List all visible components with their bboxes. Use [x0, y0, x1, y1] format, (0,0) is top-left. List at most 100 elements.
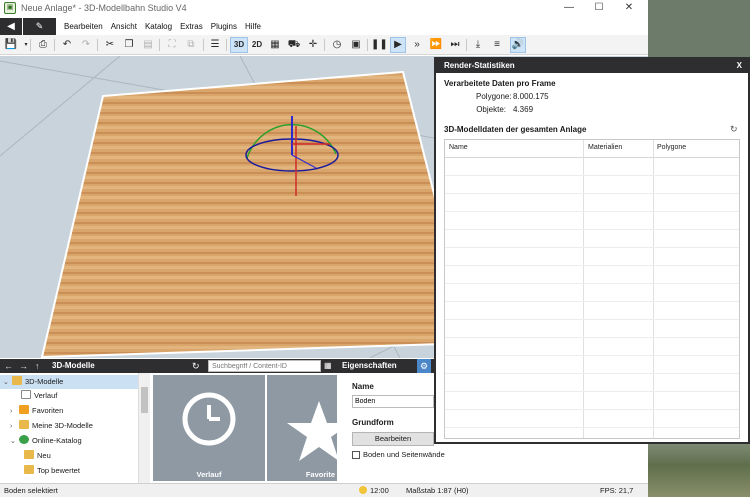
- redo-icon[interactable]: ↷: [78, 37, 94, 53]
- ground-walls-checkbox-label: Boden und Seitenwände: [363, 450, 445, 459]
- undo-icon[interactable]: ↶: [59, 37, 75, 53]
- tree-scrollbar[interactable]: [138, 373, 150, 483]
- objects-label: Objekte:: [476, 105, 506, 114]
- tree-item-neu[interactable]: Neu: [24, 449, 51, 463]
- nav-forward-icon[interactable]: →: [19, 359, 28, 373]
- app-logo-icon: ▣: [4, 2, 16, 14]
- refresh-icon[interactable]: ↻: [192, 359, 200, 373]
- menu-katalog[interactable]: Katalog: [141, 18, 176, 35]
- model-tree: ⌄ 3D-Modelle Verlauf › Favoriten › Meine 3D…: [0, 373, 150, 483]
- save-icon[interactable]: 💾: [3, 37, 19, 53]
- view-2d-button[interactable]: 2D: [249, 37, 265, 53]
- tile-verlauf-label: Verlauf: [196, 470, 222, 479]
- list-icon[interactable]: ☰: [207, 37, 223, 53]
- properties-panel: Eigenschaften ⚙ Name Grundform Bearbeite…: [337, 359, 445, 483]
- clock-icon: [182, 392, 236, 446]
- toolbar: 💾 ▾ ⎙ ↶ ↷ ✂ ❐ ▤ ⛶ ⧉ ☰ 3D 2D ▦ ⛟ ✛ ◷ ▣ ❚❚…: [0, 35, 648, 55]
- print-icon[interactable]: ⎙: [35, 37, 51, 53]
- menu-bearbeiten[interactable]: Bearbeiten: [60, 18, 107, 35]
- column-header-name[interactable]: Name: [449, 144, 468, 151]
- ungroup-icon[interactable]: ⧉: [183, 37, 199, 53]
- model-data-heading: 3D-Modelldaten der gesamten Anlage: [444, 125, 587, 134]
- download-icon[interactable]: ⤓: [470, 37, 486, 53]
- column-header-materials[interactable]: Materialien: [588, 144, 622, 151]
- fast-forward-icon[interactable]: »: [409, 37, 425, 53]
- column-header-polygons[interactable]: Polygone: [657, 144, 686, 151]
- desktop-background: [648, 444, 750, 497]
- tile-favoriten[interactable]: Favorite: [267, 375, 351, 481]
- tile-favoriten-label: Favorite: [305, 470, 335, 479]
- skip-end-icon[interactable]: ⏭: [447, 37, 463, 53]
- paste-icon[interactable]: ▤: [140, 37, 156, 53]
- properties-title: Eigenschaften: [342, 361, 397, 370]
- layers-icon[interactable]: ≡: [489, 37, 505, 53]
- tree-item-favoriten[interactable]: › Favoriten: [10, 404, 63, 418]
- ground-walls-checkbox[interactable]: [352, 451, 360, 459]
- cut-icon[interactable]: ✂: [102, 37, 118, 53]
- window-title: Neue Anlage* - 3D-Modellbahn Studio V4: [21, 3, 187, 13]
- menu-hilfe[interactable]: Hilfe: [241, 18, 265, 35]
- copy-icon[interactable]: ❐: [121, 37, 137, 53]
- tree-item-3d-modelle[interactable]: ⌄ 3D-Modelle: [0, 375, 138, 389]
- tile-verlauf[interactable]: Verlauf: [153, 375, 265, 481]
- render-stats-title: Render-Statistiken: [444, 61, 515, 70]
- grid-icon[interactable]: ▦: [267, 37, 283, 53]
- models-panel-header: ← → ↑ 3D-Modelle ↻ ▦: [0, 359, 337, 373]
- name-label: Name: [352, 382, 374, 391]
- objects-value: 4.369: [513, 105, 534, 114]
- model-search-input[interactable]: [208, 360, 321, 372]
- gear-icon[interactable]: ⚙: [417, 359, 431, 373]
- edit-shape-button[interactable]: Bearbeiten: [352, 432, 434, 446]
- play-icon[interactable]: ▶: [390, 37, 406, 53]
- render-stats-panel: Render-Statistiken X Verarbeitete Daten …: [434, 57, 750, 444]
- grid-view-icon[interactable]: ▦: [324, 359, 332, 373]
- group-icon[interactable]: ⛶: [164, 37, 180, 53]
- view-3d-button[interactable]: 3D: [230, 37, 248, 53]
- tree-item-meine-3d-modelle[interactable]: › Meine 3D-Modelle: [10, 419, 93, 433]
- tree-item-online-katalog[interactable]: ⌄ Online-Katalog: [10, 434, 82, 448]
- clock-icon[interactable]: ◷: [329, 37, 345, 53]
- pause-icon[interactable]: ❚❚: [371, 37, 388, 53]
- base-plate: [40, 70, 474, 358]
- close-window-button[interactable]: ✕: [614, 0, 644, 17]
- properties-panel-header: Eigenschaften ⚙: [337, 359, 434, 373]
- edit-pen-icon[interactable]: ✎: [23, 18, 56, 35]
- render-stats-close-button[interactable]: X: [737, 59, 742, 73]
- minimize-button[interactable]: —: [554, 0, 584, 17]
- sun-icon: [359, 486, 367, 494]
- render-stats-header: Render-Statistiken: [436, 59, 748, 73]
- polygons-value: 8.000.175: [513, 92, 549, 101]
- train-icon[interactable]: ⛟: [286, 37, 302, 53]
- back-arrow-icon[interactable]: ◀: [0, 18, 22, 35]
- menu-ansicht[interactable]: Ansicht: [107, 18, 141, 35]
- sound-icon[interactable]: 🔊: [510, 37, 526, 53]
- nav-up-icon[interactable]: ↑: [35, 359, 40, 373]
- shape-label: Grundform: [352, 418, 394, 427]
- menu-extras[interactable]: Extras: [176, 18, 207, 35]
- calendar-icon[interactable]: ▣: [348, 37, 364, 53]
- polygons-label: Polygone:: [476, 92, 512, 101]
- tree-scrollbar-thumb[interactable]: [141, 387, 148, 413]
- models-panel: ← → ↑ 3D-Modelle ↻ ▦ ⌄3D-Modelle Verlauf…: [0, 359, 351, 483]
- selection-status: Boden selektiert: [4, 486, 58, 495]
- models-panel-title: 3D-Modelle: [52, 361, 95, 370]
- name-field[interactable]: [352, 395, 434, 408]
- nav-back-icon[interactable]: ←: [4, 359, 13, 373]
- save-dropdown-icon[interactable]: ▾: [18, 37, 34, 53]
- frame-data-heading: Verarbeitete Daten pro Frame: [444, 79, 556, 88]
- menu-bar: ◀ ✎ Bearbeiten Ansicht Katalog Extras Pl…: [0, 18, 648, 35]
- model-stats-table[interactable]: Name Materialien Polygone: [444, 139, 740, 439]
- status-bar: Boden selektiert 12:00 Maßstab 1:87 (H0)…: [0, 483, 648, 497]
- time-display[interactable]: 12:00: [359, 485, 389, 497]
- title-bar: ▣ Neue Anlage* - 3D-Modellbahn Studio V4…: [0, 0, 648, 17]
- menu-plugins[interactable]: Plugins: [207, 18, 241, 35]
- tree-item-top-bewertet[interactable]: Top bewertet: [24, 464, 80, 478]
- move-cross-icon[interactable]: ✛: [305, 37, 321, 53]
- maximize-button[interactable]: ☐: [584, 0, 614, 17]
- fps-display: FPS: 21,7: [600, 486, 634, 495]
- scale-display: Maßstab 1:87 (H0): [406, 486, 469, 495]
- refresh-icon[interactable]: ↻: [730, 124, 738, 135]
- faster-forward-icon[interactable]: ⏩: [428, 37, 444, 53]
- tree-item-verlauf[interactable]: Verlauf: [12, 389, 57, 403]
- star-icon: [287, 401, 351, 461]
